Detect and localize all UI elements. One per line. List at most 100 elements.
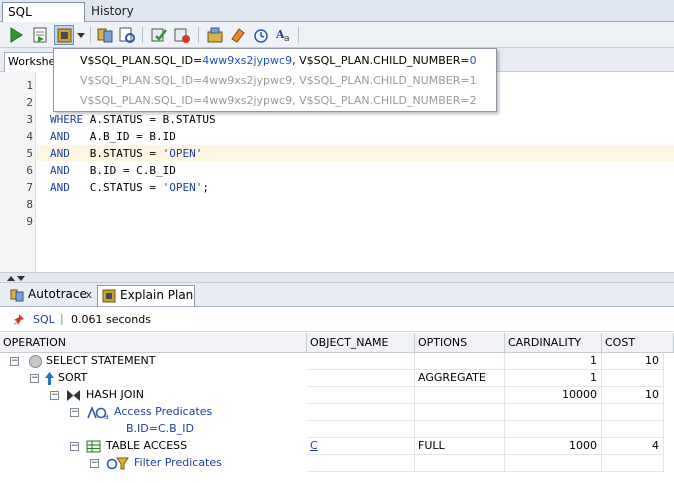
hash-join-icon: [67, 390, 80, 401]
object-link[interactable]: C: [310, 439, 318, 452]
line-number: 6: [26, 164, 33, 177]
toolbar-divider: [198, 27, 199, 43]
tab-history[interactable]: History: [86, 2, 139, 22]
table-row[interactable]: − TABLE ACCESS C FULL 1000 4: [0, 438, 674, 455]
object-name-cell: [307, 455, 415, 472]
pin-icon[interactable]: [12, 313, 26, 327]
plan-info-bar: SQL | 0.061 seconds: [0, 308, 674, 332]
operation-name: SELECT STATEMENT: [46, 354, 156, 367]
line-number-gutter: 1 2 3 4 5 6 7 8 9: [0, 72, 36, 272]
child-number: 0: [469, 54, 477, 67]
splitter-arrows-icon[interactable]: [6, 274, 26, 283]
column-header-cardinality[interactable]: CARDINALITY: [505, 333, 602, 353]
clear-eraser-icon[interactable]: [228, 25, 248, 45]
line-number: 2: [26, 96, 33, 109]
collapse-toggle[interactable]: −: [10, 357, 19, 366]
object-name-cell: [307, 387, 415, 404]
code-text: C.STATUS =: [69, 181, 163, 194]
code-line[interactable]: AND B.ID = C.B_ID: [50, 164, 176, 177]
collapse-toggle[interactable]: −: [90, 459, 99, 468]
object-name-cell[interactable]: C: [307, 438, 415, 455]
panel-splitter[interactable]: [0, 272, 674, 283]
line-number: 7: [26, 181, 33, 194]
collapse-toggle[interactable]: −: [70, 442, 79, 451]
column-header-object-name[interactable]: OBJECT_NAME: [307, 333, 415, 353]
sql-keyword: AND: [50, 164, 70, 177]
table-row[interactable]: − a Access Predicates: [0, 404, 674, 421]
toolbar-divider: [142, 27, 143, 43]
code-line[interactable]: AND C.STATUS = 'OPEN';: [50, 181, 209, 194]
sql-link[interactable]: SQL: [33, 313, 55, 326]
code-text: B.STATUS =: [69, 147, 163, 160]
object-name-cell: [307, 370, 415, 387]
options-cell: [415, 353, 505, 370]
tab-sql-worksheet[interactable]: SQL Worksheet: [2, 2, 85, 37]
svg-text:a: a: [284, 34, 290, 44]
svg-text:a: a: [104, 412, 109, 420]
column-header-operation[interactable]: OPERATION: [0, 333, 307, 353]
item-suffix: , V$SQL_PLAN.CHILD_NUMBER=: [292, 94, 470, 107]
column-header-options[interactable]: OPTIONS: [415, 333, 505, 353]
explain-plan-icon[interactable]: [54, 25, 74, 45]
cost-cell: [602, 370, 664, 387]
filter-predicates-icon: [106, 457, 129, 470]
commit-icon[interactable]: [149, 25, 169, 45]
item-prefix: V$SQL_PLAN.SQL_ID=: [80, 94, 203, 107]
line-number: 4: [26, 130, 33, 143]
explain-plan-cursor-dropdown: V$SQL_PLAN.SQL_ID=4ww9xs2jypwc9, V$SQL_P…: [53, 48, 497, 112]
elapsed-time: 0.061 seconds: [71, 313, 151, 326]
code-text: ;: [202, 181, 209, 194]
rollback-icon[interactable]: [172, 25, 192, 45]
options-cell: AGGREGATE: [415, 370, 505, 387]
tab-autotrace[interactable]: Autotrace x: [6, 285, 106, 306]
code-line[interactable]: WHERE A.STATUS = B.STATUS: [50, 113, 216, 126]
info-separator: |: [60, 312, 64, 325]
options-cell: [415, 404, 505, 421]
code-line[interactable]: AND A.B_ID = B.ID: [50, 130, 176, 143]
format-text-icon[interactable]: Aa: [274, 25, 294, 45]
table-row[interactable]: B.ID=C.B_ID: [0, 421, 674, 438]
access-predicates-icon: a: [87, 405, 109, 420]
cardinality-cell: 10000: [505, 387, 602, 404]
table-row[interactable]: − HASH JOIN 10000 10: [0, 387, 674, 404]
tab-label: Explain Plan: [120, 288, 194, 302]
tab-label: Autotrace: [28, 287, 87, 301]
tab-worksheet[interactable]: Worksheet: [4, 52, 54, 72]
worksheet-toolbar: Aa: [0, 22, 674, 48]
table-row[interactable]: − Filter Predicates: [0, 455, 674, 472]
cardinality-cell: [505, 455, 602, 472]
column-header-cost[interactable]: COST: [602, 333, 674, 353]
collapse-toggle[interactable]: −: [30, 374, 39, 383]
dropdown-item-child-1[interactable]: V$SQL_PLAN.SQL_ID=4ww9xs2jypwc9, V$SQL_P…: [80, 74, 477, 87]
operation-name: SORT: [58, 371, 88, 384]
unshared-sql-icon[interactable]: [205, 25, 225, 45]
tab-explain-plan[interactable]: Explain Plan: [97, 285, 195, 306]
table-row[interactable]: − SELECT STATEMENT 1 10: [0, 353, 674, 370]
sql-keyword: AND: [50, 130, 70, 143]
chevron-down-icon[interactable]: [75, 25, 87, 45]
code-line[interactable]: AND B.STATUS = 'OPEN': [50, 147, 202, 160]
autotrace-icon: [10, 289, 24, 302]
dropdown-item-child-2[interactable]: V$SQL_PLAN.SQL_ID=4ww9xs2jypwc9, V$SQL_P…: [80, 94, 477, 107]
sql-id: 4ww9xs2jypwc9: [202, 94, 293, 107]
child-number: 1: [469, 74, 477, 87]
line-number: 5: [26, 147, 33, 160]
dropdown-item-child-0[interactable]: V$SQL_PLAN.SQL_ID=4ww9xs2jypwc9, V$SQL_P…: [80, 54, 477, 67]
sql-tuning-icon[interactable]: [117, 25, 137, 45]
run-script-icon[interactable]: [30, 25, 50, 45]
run-statement-icon[interactable]: [6, 25, 26, 45]
autotrace-icon[interactable]: [95, 25, 115, 45]
predicate-text: B.ID=C.B_ID: [126, 422, 194, 435]
collapse-toggle[interactable]: −: [70, 408, 79, 417]
collapse-toggle[interactable]: −: [50, 391, 59, 400]
cardinality-cell: 1: [505, 370, 602, 387]
history-clock-icon[interactable]: [251, 25, 271, 45]
table-icon: [86, 440, 101, 453]
toolbar-divider: [90, 27, 91, 43]
string-literal: 'OPEN': [162, 147, 203, 160]
table-row[interactable]: − SORT AGGREGATE 1: [0, 370, 674, 387]
close-icon[interactable]: x: [85, 285, 92, 304]
child-number: 2: [469, 94, 477, 107]
item-suffix: , V$SQL_PLAN.CHILD_NUMBER=: [292, 74, 470, 87]
statement-icon: [29, 355, 42, 368]
